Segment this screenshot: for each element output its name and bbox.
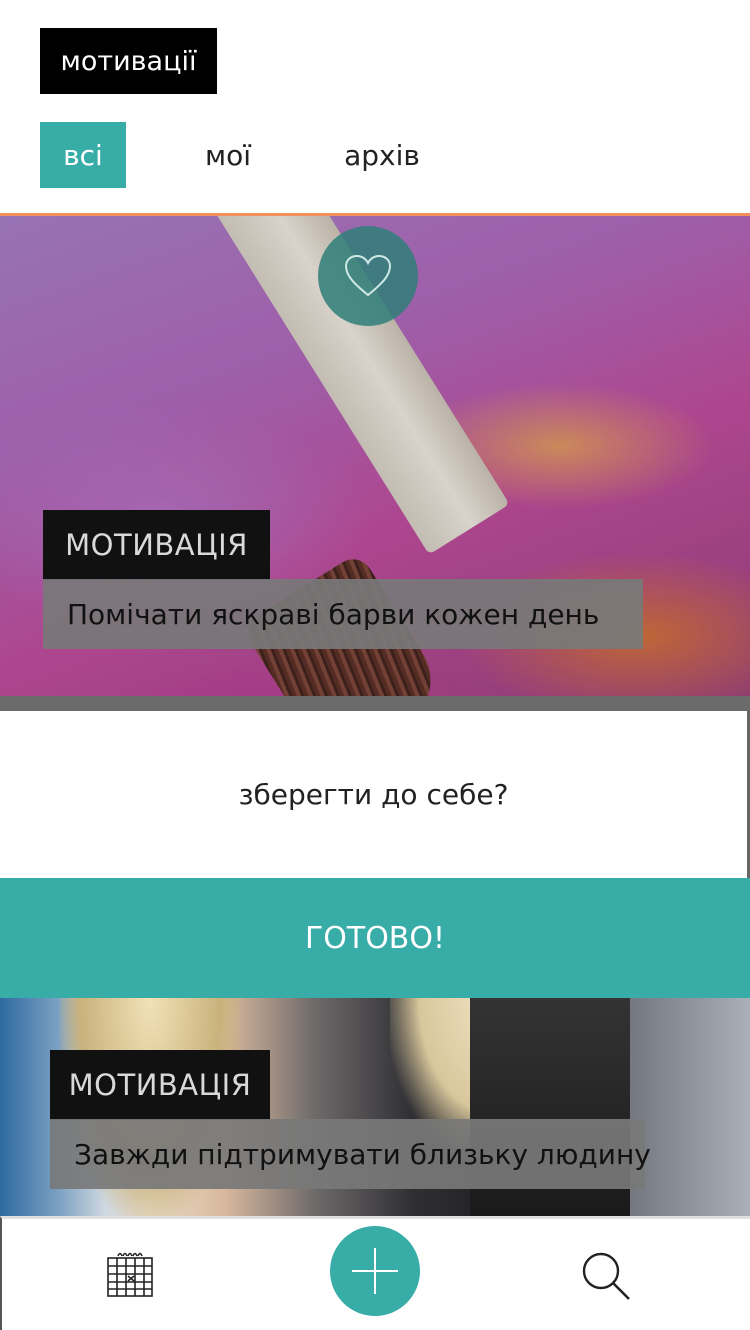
tab-all[interactable]: всі: [40, 122, 126, 188]
card-category-tag: МОТИВАЦІЯ: [50, 1050, 270, 1120]
favorite-button[interactable]: [318, 226, 418, 326]
tab-mine[interactable]: мої: [185, 122, 271, 188]
save-dialog: зберегти до себе?: [0, 711, 750, 878]
card-divider: [0, 696, 750, 711]
calendar-icon[interactable]: [106, 1250, 154, 1298]
card-category-tag: МОТИВАЦІЯ: [43, 510, 270, 580]
search-icon[interactable]: [580, 1250, 632, 1302]
tab-archive[interactable]: архів: [330, 122, 434, 188]
dialog-question: зберегти до себе?: [238, 778, 509, 811]
heart-icon: [344, 254, 392, 297]
page-title: мотивації: [40, 28, 217, 94]
done-button[interactable]: ГОТОВО!: [0, 878, 750, 998]
plus-icon: [352, 1248, 398, 1294]
card-caption: Завжди підтримувати близьку людину: [50, 1119, 651, 1189]
card-caption: Помічати яскраві барви кожен день: [43, 579, 643, 649]
add-button[interactable]: [330, 1226, 420, 1316]
